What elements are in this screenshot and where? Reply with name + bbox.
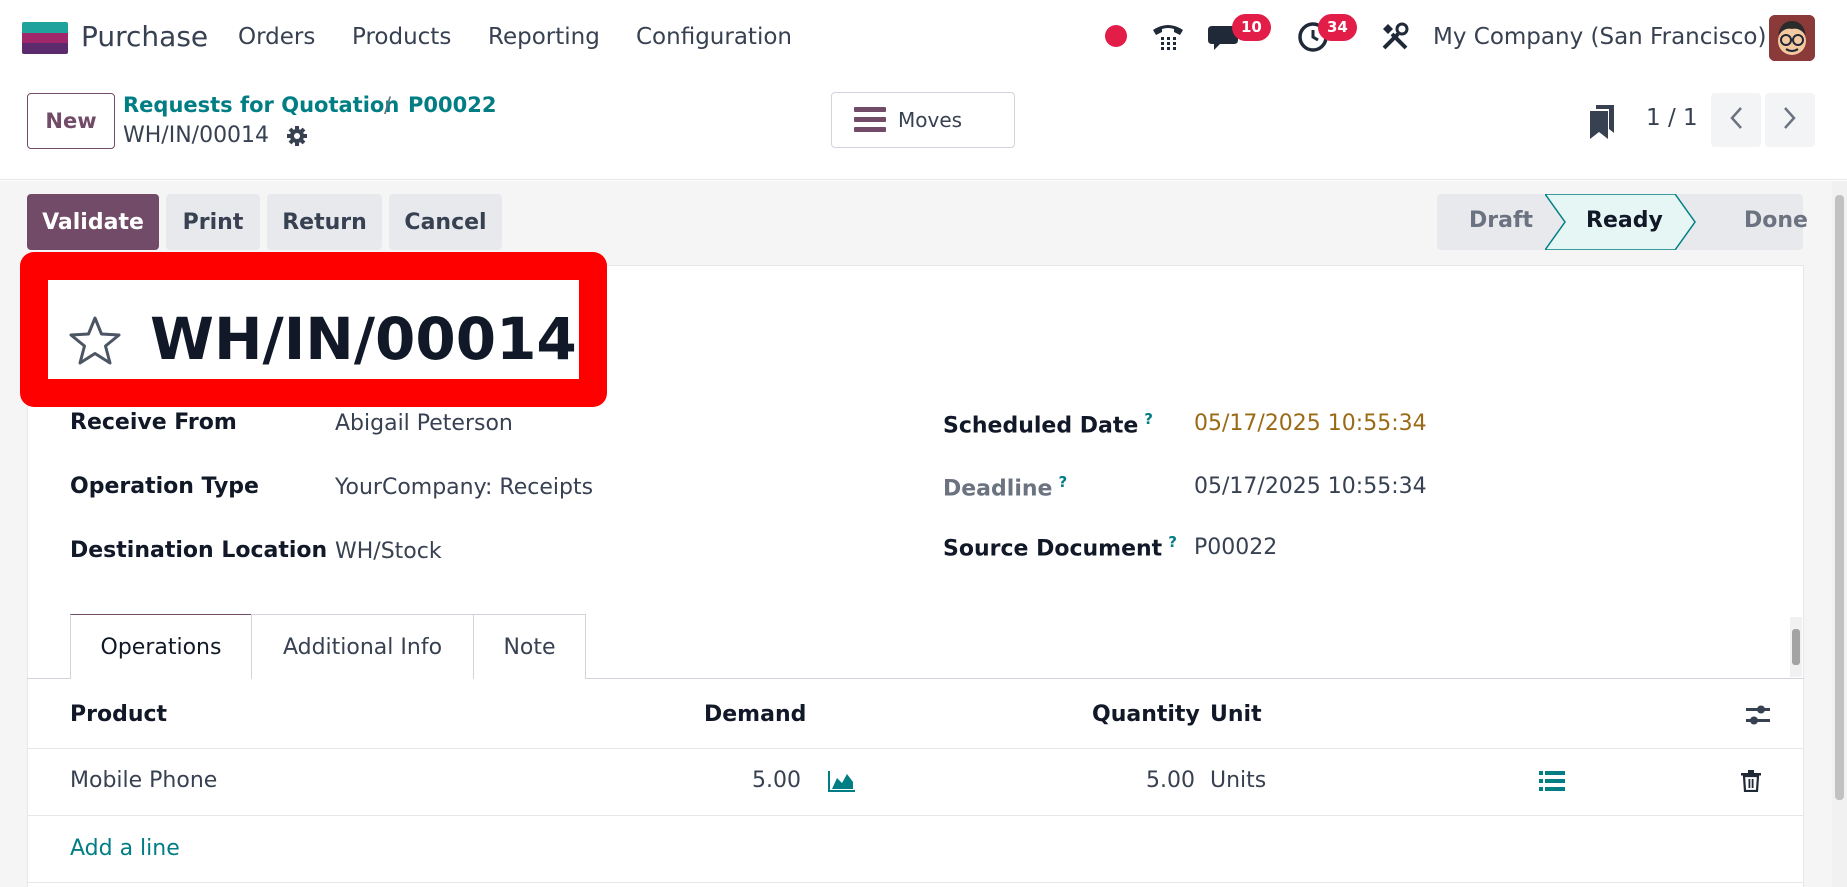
trash-icon[interactable] [1741,770,1761,796]
app-name[interactable]: Purchase [81,20,208,53]
control-panel: New Requests for Quotation / P00022 WH/I… [0,75,1847,180]
operation-type-label: Operation Type [70,474,259,499]
source-document-label: Source Document? [943,533,1177,562]
status-done[interactable]: Done [1744,208,1808,233]
chevron-right-icon [1783,106,1797,134]
column-settings-icon[interactable] [1744,703,1772,731]
company-switcher[interactable]: My Company (San Francisco) [1433,24,1766,50]
cancel-button[interactable]: Cancel [389,194,502,250]
deadline-help[interactable]: ? [1058,473,1067,491]
scheduled-date-field[interactable]: 05/17/2025 10:55:34 [1194,411,1427,436]
moves-label: Moves [898,108,963,132]
sheet-scrollbar[interactable] [1790,617,1802,677]
breadcrumb-order[interactable]: P00022 [408,93,496,117]
validate-button[interactable]: Validate [27,194,159,250]
footer-divider [27,882,1804,883]
phone-icon[interactable] [1150,20,1186,58]
print-button[interactable]: Print [166,194,260,250]
breadcrumb-requests[interactable]: Requests for Quotation [123,93,399,117]
row-divider [27,815,1804,816]
chevron-left-icon [1729,106,1743,134]
row-quantity[interactable]: 5.00 [1146,768,1195,793]
row-product[interactable]: Mobile Phone [70,768,217,793]
tab-note[interactable]: Note [473,614,586,679]
menu-orders[interactable]: Orders [238,24,315,50]
header-divider [27,748,1804,749]
pager-previous[interactable] [1711,93,1761,147]
breadcrumb-separator: / [384,93,392,117]
row-unit[interactable]: Units [1210,768,1266,793]
return-button[interactable]: Return [267,194,382,250]
menu-reporting[interactable]: Reporting [488,24,600,50]
deadline-label: Deadline? [943,473,1068,502]
column-unit[interactable]: Unit [1210,702,1262,727]
destination-field[interactable]: WH/Stock [335,539,442,564]
forecast-chart-icon[interactable] [828,770,856,796]
status-draft[interactable]: Draft [1469,208,1533,233]
destination-label: Destination Location [70,538,328,563]
menu-configuration[interactable]: Configuration [636,24,792,50]
pager-value[interactable]: 1 / 1 [1646,105,1698,131]
chat-badge: 10 [1232,14,1271,41]
star-icon[interactable] [68,315,122,371]
scheduled-date-label: Scheduled Date? [943,410,1153,439]
deadline-field: 05/17/2025 10:55:34 [1194,474,1427,499]
page-scrollbar[interactable] [1832,181,1847,887]
column-quantity[interactable]: Quantity [1092,702,1200,727]
status-bar: Draft Ready Done [1437,194,1808,250]
source-document-field[interactable]: P00022 [1194,535,1277,560]
top-navbar: Purchase Orders Products Reporting Confi… [0,0,1847,75]
avatar[interactable] [1769,15,1815,61]
hamburger-icon [854,107,886,137]
bookmark-icon[interactable] [1590,105,1616,143]
record-title[interactable]: WH/IN/00014 [150,305,577,373]
column-demand[interactable]: Demand [704,702,806,727]
new-button[interactable]: New [27,93,115,149]
source-document-help[interactable]: ? [1168,533,1177,551]
gear-icon[interactable] [286,125,308,151]
breadcrumb-current: WH/IN/00014 [123,123,270,148]
activity-badge: 34 [1318,14,1357,41]
tab-additional-info[interactable]: Additional Info [251,614,474,679]
operation-type-field[interactable]: YourCompany: Receipts [335,475,593,500]
receive-from-label: Receive From [70,410,237,435]
add-line-link[interactable]: Add a line [70,836,180,861]
tab-operations[interactable]: Operations [70,614,252,679]
list-detail-icon[interactable] [1539,771,1565,795]
column-product[interactable]: Product [70,702,167,727]
status-ready[interactable]: Ready [1586,208,1663,233]
moves-smart-button[interactable]: Moves [831,92,1015,148]
scheduled-date-help[interactable]: ? [1144,410,1153,428]
record-dot-icon[interactable] [1105,25,1127,47]
pager-next[interactable] [1765,93,1815,147]
receive-from-field[interactable]: Abigail Peterson [335,411,513,436]
app-logo-icon[interactable] [22,22,68,54]
tools-icon[interactable] [1380,22,1410,56]
menu-products[interactable]: Products [352,24,451,50]
row-demand[interactable]: 5.00 [752,768,801,793]
